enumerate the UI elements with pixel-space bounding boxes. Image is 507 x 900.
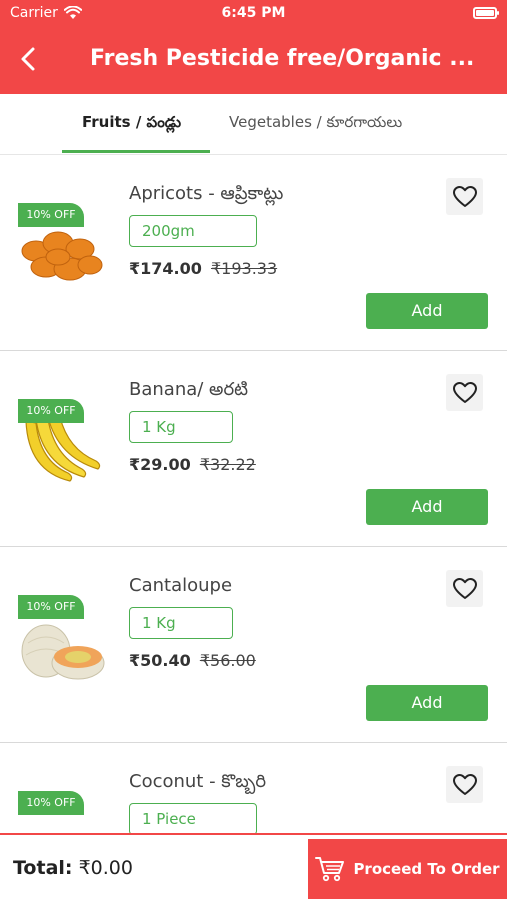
product-name: Banana/ అరటి bbox=[129, 379, 249, 400]
variant-selector[interactable]: 200gm bbox=[129, 215, 257, 247]
total-label: Total: bbox=[13, 857, 73, 879]
tab-vegetables[interactable]: Vegetables / కూరగాయలు bbox=[229, 113, 402, 135]
product-name: Apricots - ఆప్రికాట్లు bbox=[129, 183, 284, 204]
add-to-cart-button[interactable]: Add bbox=[366, 489, 488, 525]
total-value: ₹0.00 bbox=[78, 857, 133, 879]
cart-total: Total: ₹0.00 bbox=[13, 857, 133, 879]
product-item-banana: 10% OFF Banana/ అరటి 1 Kg ₹29.00 ₹32.22 … bbox=[0, 351, 507, 547]
checkout-bar: Total: ₹0.00 Proceed To Order bbox=[0, 833, 507, 900]
variant-selector[interactable]: 1 Kg bbox=[129, 607, 233, 639]
add-to-cart-button[interactable]: Add bbox=[366, 293, 488, 329]
product-name: Coconut - కొబ్బరి bbox=[129, 771, 267, 792]
active-tab-indicator bbox=[62, 150, 210, 153]
product-item-cantaloupe: 10% OFF Cantaloupe 1 Kg ₹50.40 ₹56.00 Ad… bbox=[0, 547, 507, 743]
discount-badge: 10% OFF bbox=[18, 203, 84, 227]
product-name: Cantaloupe bbox=[129, 575, 233, 596]
price: ₹174.00 bbox=[129, 259, 202, 278]
heart-icon bbox=[452, 185, 477, 207]
status-bar: Carrier 6:45 PM bbox=[0, 0, 507, 28]
discount-badge: 10% OFF bbox=[18, 595, 84, 619]
chevron-left-icon bbox=[21, 47, 35, 71]
cantaloupe-image bbox=[21, 624, 105, 680]
category-tabs: Fruits / పండ్లు Vegetables / కూరగాయలు bbox=[0, 94, 507, 155]
price: ₹50.40 bbox=[129, 651, 191, 670]
product-item-apricots: 10% OFF Apricots - ఆప్రికాట్లు 200gm ₹17… bbox=[0, 155, 507, 351]
variant-selector[interactable]: 1 Kg bbox=[129, 411, 233, 443]
favorite-button[interactable] bbox=[446, 766, 483, 803]
discount-badge: 10% OFF bbox=[18, 399, 84, 423]
price-row: ₹174.00 ₹193.33 bbox=[129, 259, 277, 278]
cart-icon bbox=[315, 857, 345, 882]
app-header: Carrier 6:45 PM Fresh Pesticide free/Org… bbox=[0, 0, 507, 94]
proceed-to-order-button[interactable]: Proceed To Order bbox=[308, 839, 507, 899]
heart-icon bbox=[452, 773, 477, 795]
price-row: ₹29.00 ₹32.22 bbox=[129, 455, 256, 474]
page-title: Fresh Pesticide free/Organic ... bbox=[90, 46, 475, 71]
discount-badge: 10% OFF bbox=[18, 791, 84, 815]
add-to-cart-button[interactable]: Add bbox=[366, 685, 488, 721]
original-price: ₹193.33 bbox=[210, 259, 278, 278]
price-row: ₹50.40 ₹56.00 bbox=[129, 651, 256, 670]
variant-selector[interactable]: 1 Piece bbox=[129, 803, 257, 833]
favorite-button[interactable] bbox=[446, 570, 483, 607]
heart-icon bbox=[452, 381, 477, 403]
original-price: ₹56.00 bbox=[199, 651, 256, 670]
price: ₹29.00 bbox=[129, 455, 191, 474]
back-button[interactable] bbox=[14, 44, 44, 74]
nav-bar: Fresh Pesticide free/Organic ... bbox=[0, 36, 507, 86]
product-item-coconut: 10% OFF Coconut - కొబ్బరి 1 Piece bbox=[0, 743, 507, 833]
favorite-button[interactable] bbox=[446, 374, 483, 411]
favorite-button[interactable] bbox=[446, 178, 483, 215]
status-time: 6:45 PM bbox=[221, 5, 286, 21]
banana-image bbox=[24, 415, 101, 482]
battery-icon bbox=[473, 7, 499, 19]
tab-fruits[interactable]: Fruits / పండ్లు bbox=[82, 113, 181, 135]
apricots-image bbox=[21, 231, 103, 281]
product-list[interactable]: 10% OFF Apricots - ఆప్రికాట్లు 200gm ₹17… bbox=[0, 155, 507, 833]
heart-icon bbox=[452, 577, 477, 599]
proceed-label: Proceed To Order bbox=[353, 860, 500, 878]
original-price: ₹32.22 bbox=[199, 455, 256, 474]
